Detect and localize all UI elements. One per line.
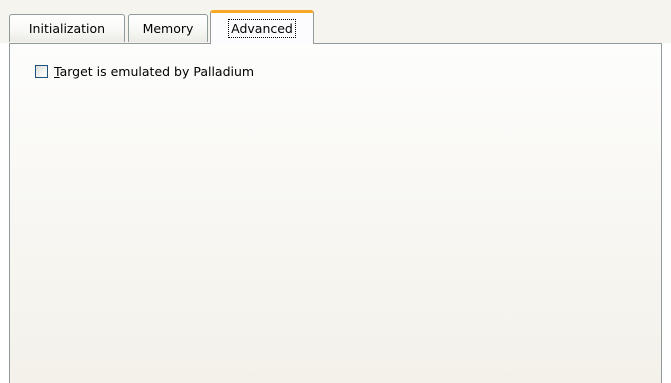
tab-initialization[interactable]: Initialization (9, 14, 125, 42)
tab-memory[interactable]: Memory (128, 14, 208, 42)
palladium-emulation-label-text: arget is emulated by Palladium (59, 64, 255, 79)
dialog-root: Initialization Memory Advanced Target is… (0, 0, 671, 383)
advanced-tab-panel (9, 43, 662, 383)
palladium-emulation-checkbox[interactable] (35, 65, 48, 78)
tab-memory-label: Memory (142, 21, 194, 36)
tab-strip: Initialization Memory Advanced (0, 0, 671, 44)
palladium-emulation-label[interactable]: Target is emulated by Palladium (54, 64, 254, 79)
tab-advanced-label: Advanced (228, 19, 296, 38)
tab-advanced[interactable]: Advanced (210, 10, 314, 44)
tab-initialization-label: Initialization (28, 21, 106, 36)
palladium-emulation-checkbox-row[interactable]: Target is emulated by Palladium (26, 64, 254, 79)
